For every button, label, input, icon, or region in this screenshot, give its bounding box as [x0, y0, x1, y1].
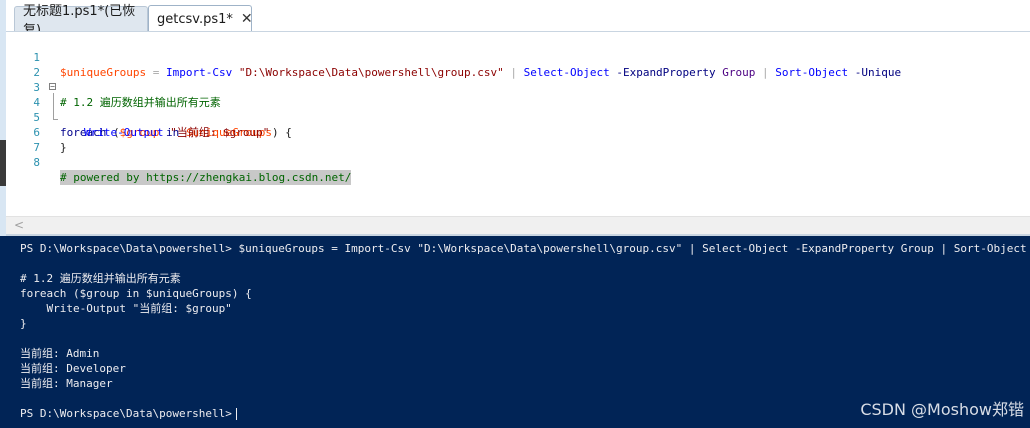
tab-bar: 无标题1.ps1*(已恢复) getcsv.ps1* ✕ — [6, 0, 1030, 38]
editor-line: 1 $uniqueGroups = Import-Csv "D:\Workspa… — [6, 35, 1030, 79]
token-string: "当前组: $group" — [163, 126, 270, 139]
console-line: 当前组: Admin — [20, 347, 100, 360]
token-parameter: -ExpandProperty — [609, 66, 716, 79]
token-argument: Group — [715, 66, 756, 79]
console-line: Write-Output "当前组: $group" — [20, 302, 232, 315]
editor-line: 2 — [6, 50, 40, 79]
fold-toggle-icon[interactable]: − — [49, 83, 56, 91]
watermark: CSDN @Moshow郑锴 — [860, 400, 1024, 419]
console-line: 当前组: Developer — [20, 362, 126, 375]
console-line: } — [20, 317, 27, 330]
script-editor[interactable]: 1 $uniqueGroups = Import-Csv "D:\Workspa… — [6, 32, 1030, 216]
line-number: 8 — [33, 156, 40, 169]
code-comment-selected: # powered by https://zhengkai.blog.csdn.… — [60, 170, 352, 185]
tab-label: getcsv.ps1* — [157, 11, 233, 27]
tab-getcsv[interactable]: getcsv.ps1* ✕ — [148, 5, 253, 32]
text-cursor — [235, 408, 237, 420]
horizontal-scrollbar[interactable]: < — [6, 216, 1030, 235]
editor-line: 6 } — [6, 110, 606, 154]
editor-line: 8 # powered by https://zhengkai.blog.csd… — [6, 140, 606, 185]
editor-line: 7 — [6, 125, 40, 154]
editor-line: 4 − foreach ($group in $uniqueGroups) { — [6, 80, 606, 140]
scroll-left-icon[interactable]: < — [14, 218, 24, 232]
token-parameter: -Unique — [848, 66, 902, 79]
console-line: foreach ($group in $uniqueGroups) { — [20, 287, 252, 300]
console-prompt-line[interactable]: PS D:\Workspace\Data\powershell> — [20, 406, 237, 421]
console-line: 当前组: Manager — [20, 377, 113, 390]
token-pipe: | — [755, 66, 776, 79]
console-prompt: PS D:\Workspace\Data\powershell> — [20, 407, 232, 420]
token-command: Write-Output — [84, 126, 164, 139]
token-punct: ) { — [271, 126, 292, 139]
console-line: PS D:\Workspace\Data\powershell> $unique… — [20, 242, 1030, 255]
editor-line: 5 Write-Output "当前组: $group" — [6, 95, 606, 139]
editor-line: 3 # 1.2 遍历数组并输出所有元素 — [6, 65, 606, 109]
token-command: Sort-Object — [775, 66, 849, 79]
code-text: Write-Output "当前组: $group" — [84, 125, 269, 140]
console-pane[interactable]: PS D:\Workspace\Data\powershell> $unique… — [6, 236, 1030, 428]
close-icon[interactable]: ✕ — [241, 12, 253, 26]
console-line: # 1.2 遍历数组并输出所有元素 — [20, 272, 181, 285]
tab-untitled[interactable]: 无标题1.ps1*(已恢复) — [14, 4, 148, 38]
